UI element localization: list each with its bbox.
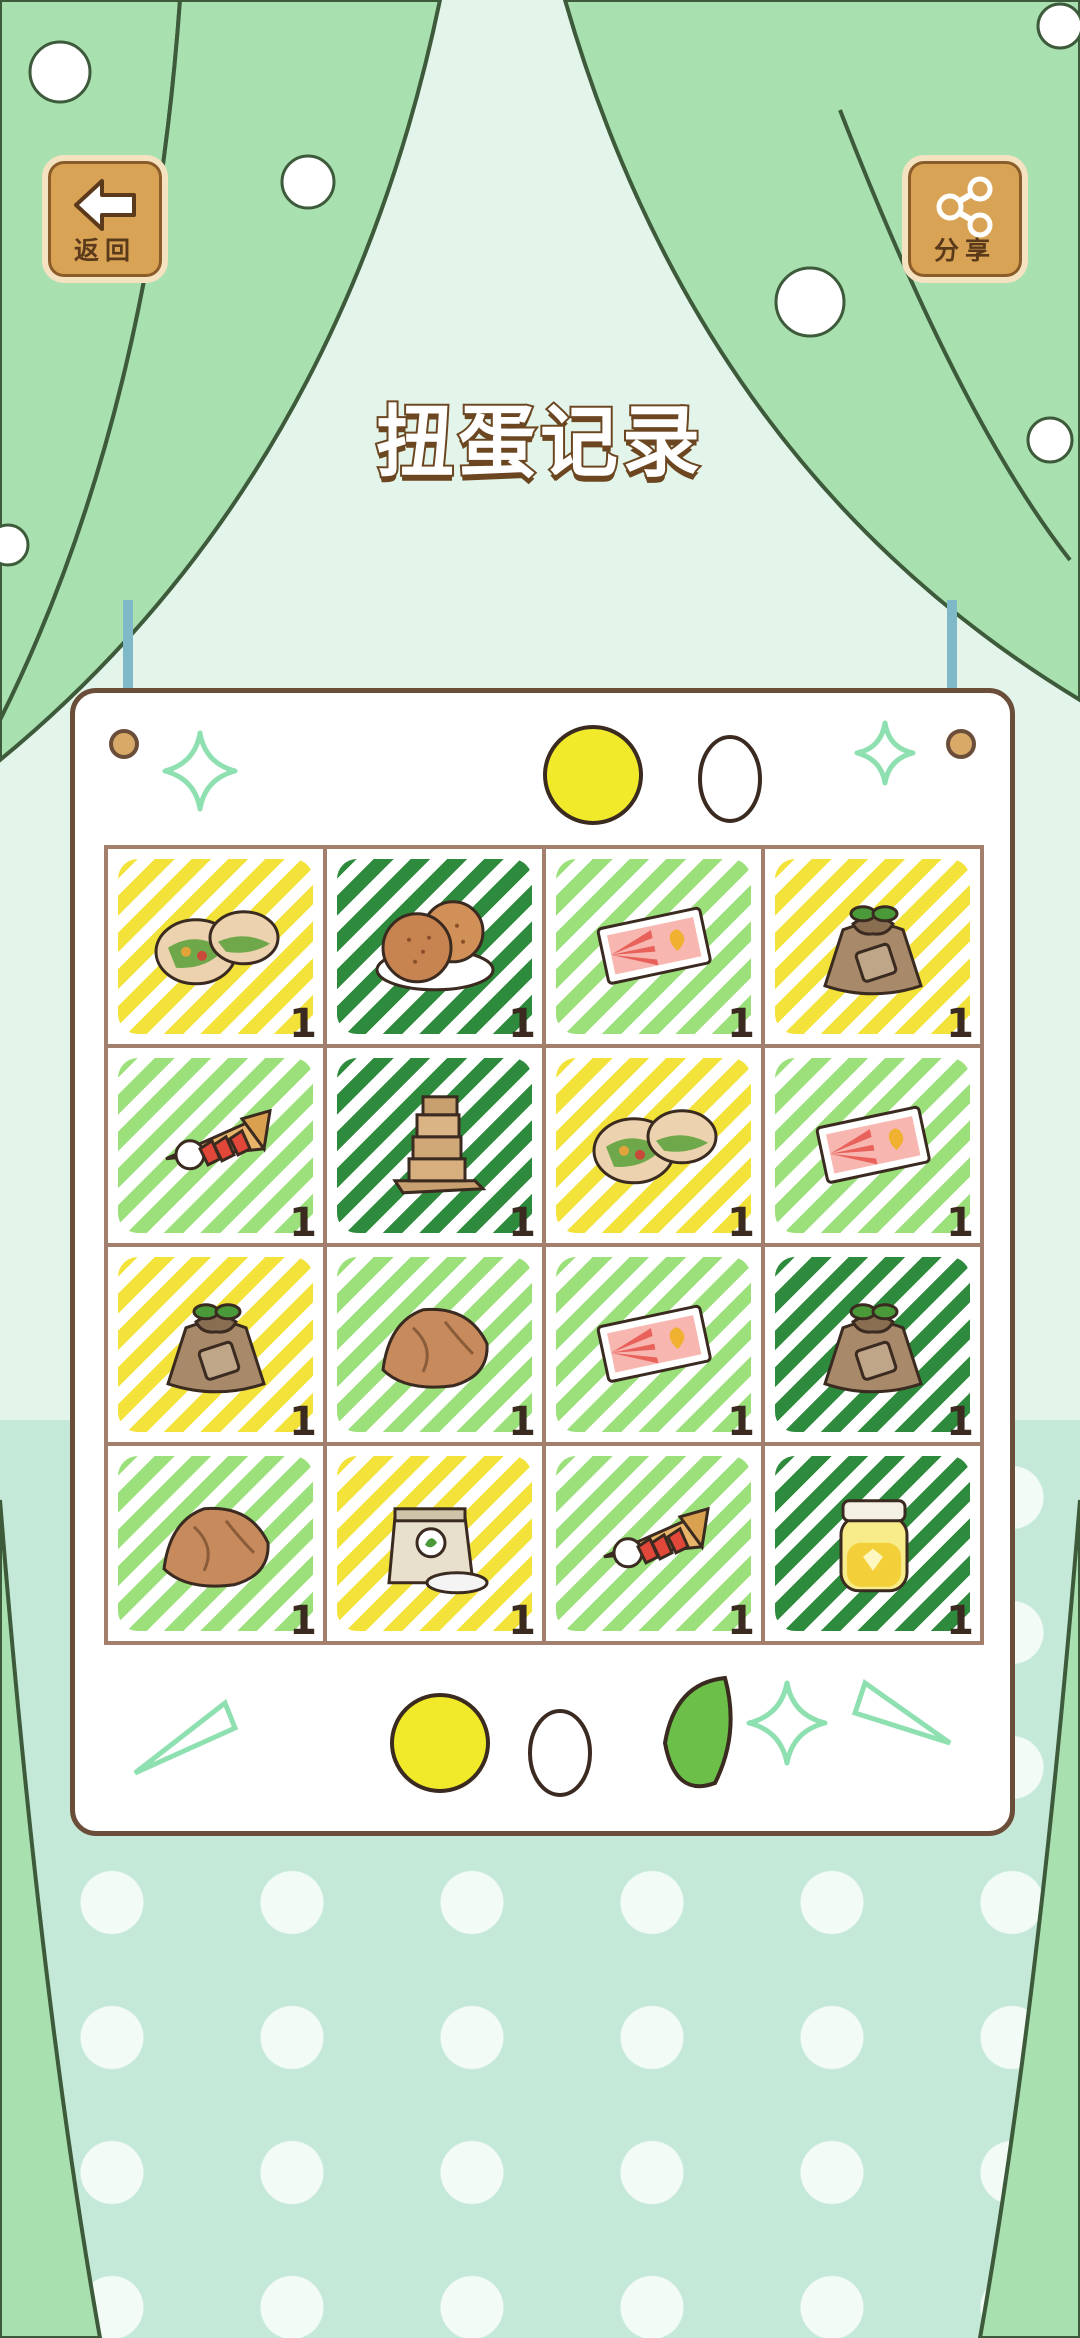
grid-cell[interactable]: 1 [327,1048,542,1243]
ticket-icon [815,1105,931,1184]
grid-cell[interactable]: 1 [765,1048,980,1243]
page-title: 扭蛋记录 [374,396,704,490]
flour-bag-icon [386,1506,488,1594]
fruit-icon [543,725,643,825]
item-count: 1 [946,1200,974,1243]
grid-cell[interactable]: 1 [108,1048,323,1243]
grid-cell[interactable]: 1 [108,849,323,1044]
item-count: 1 [508,1598,536,1641]
avocado-icon [662,1675,733,1789]
rock-icon [161,1506,270,1588]
seed-bag-icon [822,904,923,995]
item-count: 1 [727,1200,755,1243]
wood-stack-icon [391,1094,486,1194]
item-count: 1 [289,1001,317,1044]
seed-icon-bottom [528,1709,592,1797]
item-count: 1 [289,1399,317,1442]
back-button[interactable]: 返回 [42,155,168,283]
grid-cell[interactable]: 1 [546,1446,761,1641]
pita-bread-icon [154,909,279,985]
item-count: 1 [727,1399,755,1442]
rock-icon [380,1307,489,1389]
share-button[interactable]: 分享 [902,155,1028,283]
honey-jar-icon [839,1498,908,1592]
ticket-icon [596,906,712,985]
grid-cell[interactable]: 1 [108,1446,323,1641]
seed-icon [698,735,762,823]
fruit-icon-bottom [390,1693,490,1793]
grid-cell[interactable]: 1 [546,1247,761,1442]
crepe-icon [164,1108,272,1170]
item-count: 1 [727,1001,755,1044]
back-arrow-icon [74,179,136,231]
crackers-icon [375,899,494,991]
grid-cell[interactable]: 1 [327,1446,542,1641]
item-count: 1 [508,1200,536,1243]
grid-cell[interactable]: 1 [765,1247,980,1442]
grid-cell[interactable]: 1 [546,849,761,1044]
item-count: 1 [946,1001,974,1044]
back-label: 返回 [73,236,136,265]
ticket-icon [596,1304,712,1383]
grid-cell[interactable]: 1 [327,849,542,1044]
item-count: 1 [289,1200,317,1243]
item-count: 1 [727,1598,755,1641]
grid-cell[interactable]: 1 [546,1048,761,1243]
item-count: 1 [946,1399,974,1442]
grid-cell[interactable]: 1 [765,849,980,1044]
item-grid: 1 1 1 1 1 1 1 1 1 1 1 1 1 1 1 1 [104,845,984,1645]
pita-bread-icon [592,1108,717,1184]
seed-bag-icon [165,1302,266,1393]
crepe-icon [602,1506,710,1568]
grid-cell[interactable]: 1 [765,1446,980,1641]
item-count: 1 [946,1598,974,1641]
seed-bag-icon [822,1302,923,1393]
item-count: 1 [289,1598,317,1641]
share-icon [936,176,993,238]
grid-cell[interactable]: 1 [108,1247,323,1442]
grid-cell[interactable]: 1 [327,1247,542,1442]
item-count: 1 [508,1399,536,1442]
item-count: 1 [508,1001,536,1044]
